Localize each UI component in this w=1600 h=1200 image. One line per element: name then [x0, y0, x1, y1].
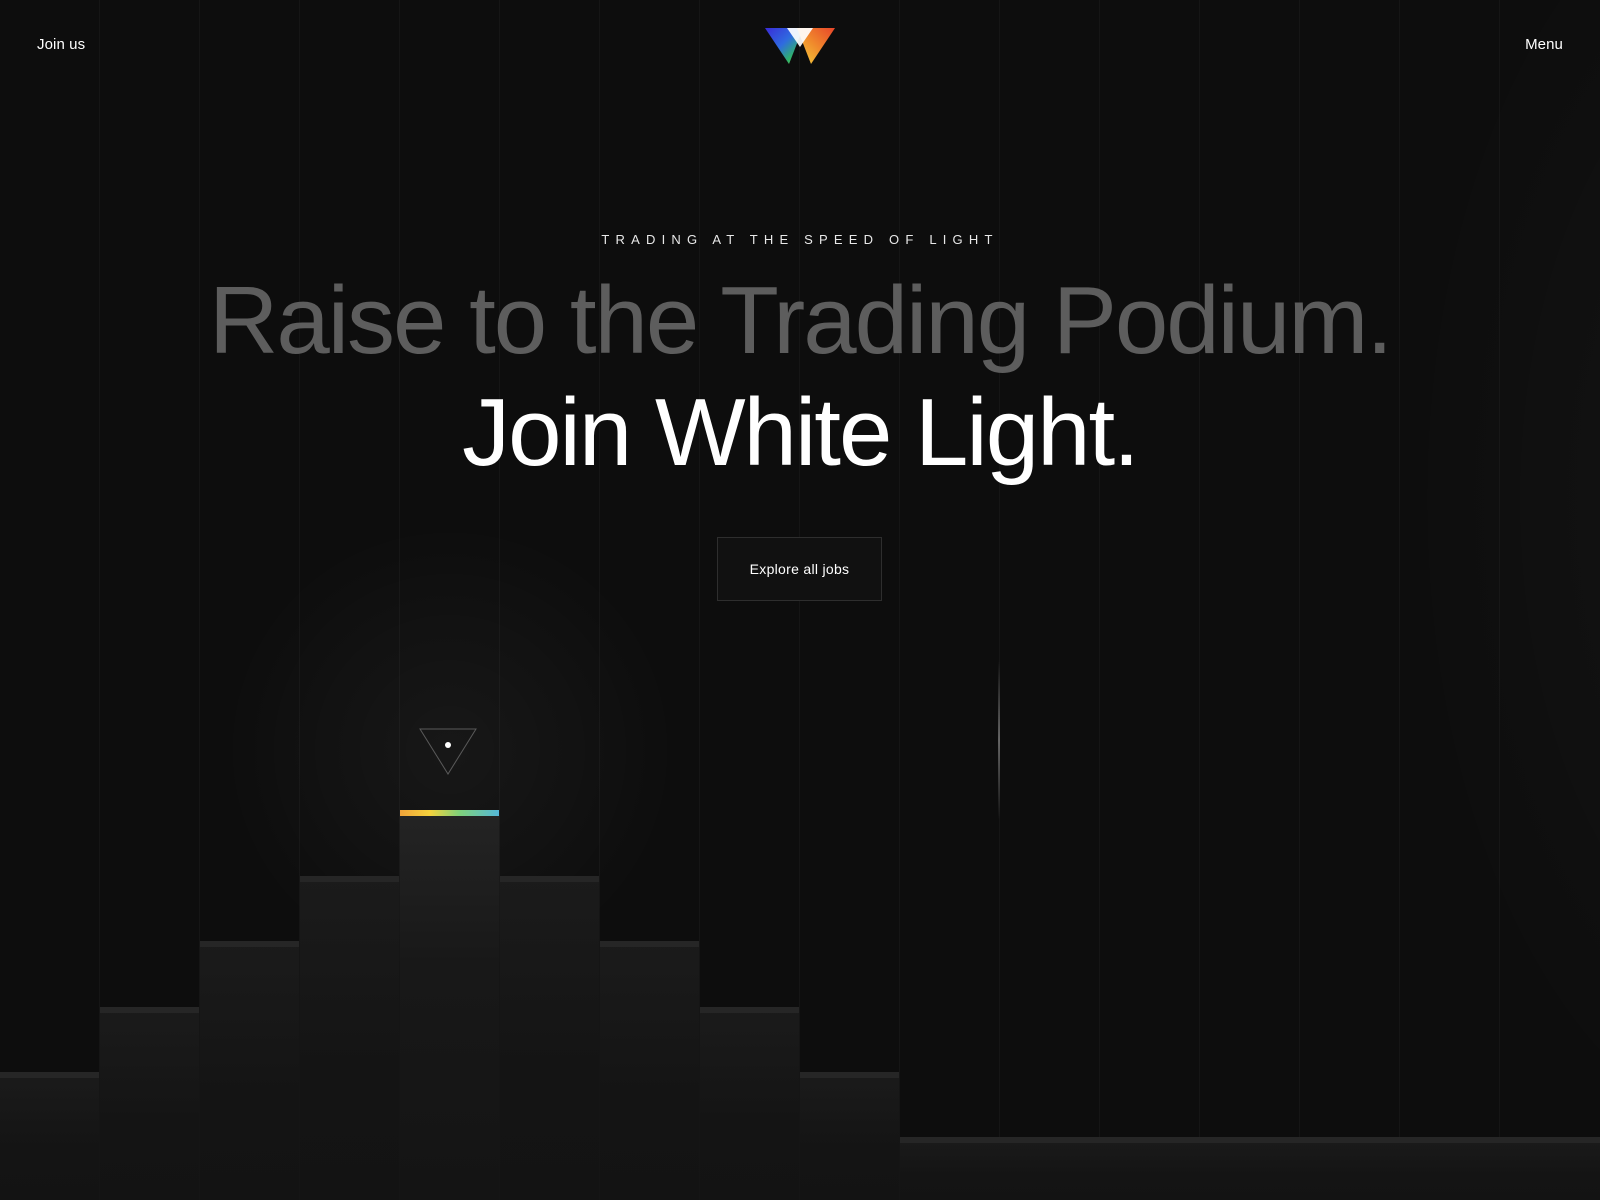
join-us-link[interactable]: Join us — [37, 36, 85, 53]
hero-headline-dim: Raise to the Trading Podium. — [208, 267, 1393, 374]
light-streak — [998, 660, 1000, 820]
hero-section: Join us Menu TRADING AT THE SPEED OF LIG… — [0, 0, 1600, 1200]
podium-step — [300, 876, 399, 1200]
grid-line — [1499, 0, 1500, 1200]
triangle-pointer-icon — [419, 728, 477, 775]
grid-line — [1199, 0, 1200, 1200]
grid-line — [899, 0, 900, 1200]
podium-step — [800, 1072, 899, 1200]
explore-jobs-button[interactable]: Explore all jobs — [717, 537, 882, 601]
hero-eyebrow: TRADING AT THE SPEED OF LIGHT — [601, 232, 999, 247]
podium-top-step — [400, 810, 499, 1200]
podium-step — [700, 1007, 799, 1200]
podium-floor — [900, 1137, 1600, 1200]
prism-w-logo[interactable] — [765, 27, 835, 65]
podium-step — [200, 941, 299, 1200]
podium-step — [0, 1072, 99, 1200]
hero-headline: Join White Light. — [462, 379, 1140, 486]
grid-line — [1099, 0, 1100, 1200]
menu-button[interactable]: Menu — [1525, 36, 1563, 53]
grid-line — [1399, 0, 1400, 1200]
grid-line — [999, 0, 1000, 1200]
ambient-glow-right — [1400, 0, 1600, 1200]
podium-step — [100, 1007, 199, 1200]
grid-line — [1299, 0, 1300, 1200]
podium-step — [600, 941, 699, 1200]
podium-step — [500, 876, 599, 1200]
